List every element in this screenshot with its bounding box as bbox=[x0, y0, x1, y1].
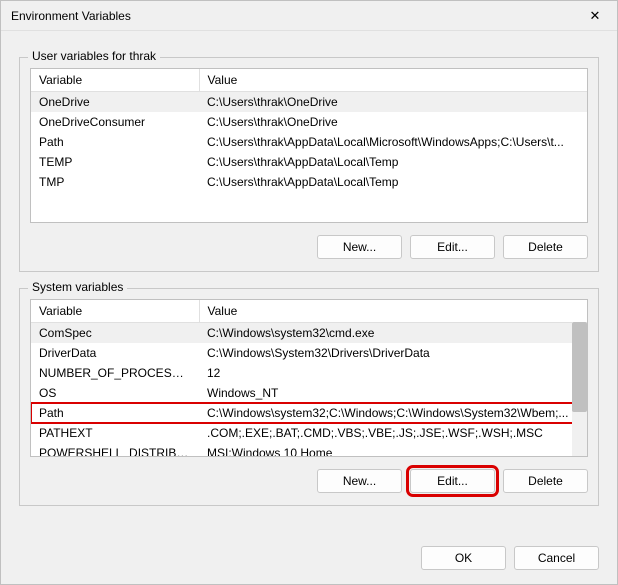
system-variables-table-wrap[interactable]: Variable Value ComSpec C:\Windows\system… bbox=[30, 299, 588, 457]
user-new-button[interactable]: New... bbox=[317, 235, 402, 259]
table-row[interactable]: TEMP C:\Users\thrak\AppData\Local\Temp bbox=[31, 152, 587, 172]
cell-value: 12 bbox=[199, 363, 587, 383]
cell-value: C:\Users\thrak\AppData\Local\Microsoft\W… bbox=[199, 132, 587, 152]
cell-value: C:\Users\thrak\OneDrive bbox=[199, 92, 587, 113]
system-edit-button[interactable]: Edit... bbox=[410, 469, 495, 493]
cell-variable: DriverData bbox=[31, 343, 199, 363]
cell-value: MSI:Windows 10 Home bbox=[199, 443, 587, 457]
system-col-value[interactable]: Value bbox=[199, 300, 587, 323]
table-row-path-highlighted[interactable]: Path C:\Windows\system32;C:\Windows;C:\W… bbox=[31, 403, 587, 423]
cell-variable: TEMP bbox=[31, 152, 199, 172]
close-button[interactable]: ✕ bbox=[573, 1, 617, 31]
cell-value: C:\Users\thrak\AppData\Local\Temp bbox=[199, 172, 587, 192]
system-variables-table: Variable Value ComSpec C:\Windows\system… bbox=[31, 300, 587, 457]
user-button-row: New... Edit... Delete bbox=[30, 235, 588, 259]
cell-variable: NUMBER_OF_PROCESSORS bbox=[31, 363, 199, 383]
cell-variable: ComSpec bbox=[31, 323, 199, 344]
cell-variable: PATHEXT bbox=[31, 423, 199, 443]
cell-variable: TMP bbox=[31, 172, 199, 192]
system-button-row: New... Edit... Delete bbox=[30, 469, 588, 493]
dialog-title: Environment Variables bbox=[11, 9, 131, 23]
system-new-button[interactable]: New... bbox=[317, 469, 402, 493]
user-variables-legend: User variables for thrak bbox=[28, 49, 160, 63]
cell-variable: POWERSHELL_DISTRIBUTIO... bbox=[31, 443, 199, 457]
table-row[interactable]: PATHEXT .COM;.EXE;.BAT;.CMD;.VBS;.VBE;.J… bbox=[31, 423, 587, 443]
table-row[interactable]: TMP C:\Users\thrak\AppData\Local\Temp bbox=[31, 172, 587, 192]
cell-value: C:\Windows\system32;C:\Windows;C:\Window… bbox=[199, 403, 587, 423]
ok-button[interactable]: OK bbox=[421, 546, 506, 570]
cell-value: C:\Users\thrak\OneDrive bbox=[199, 112, 587, 132]
cell-value: .COM;.EXE;.BAT;.CMD;.VBS;.VBE;.JS;.JSE;.… bbox=[199, 423, 587, 443]
system-delete-button[interactable]: Delete bbox=[503, 469, 588, 493]
cell-variable: OS bbox=[31, 383, 199, 403]
cell-variable: OneDriveConsumer bbox=[31, 112, 199, 132]
cell-value: Windows_NT bbox=[199, 383, 587, 403]
table-row[interactable]: NUMBER_OF_PROCESSORS 12 bbox=[31, 363, 587, 383]
table-row[interactable]: DriverData C:\Windows\System32\Drivers\D… bbox=[31, 343, 587, 363]
cell-value: C:\Windows\System32\Drivers\DriverData bbox=[199, 343, 587, 363]
dialog-footer: OK Cancel bbox=[1, 536, 617, 584]
system-variables-legend: System variables bbox=[28, 280, 127, 294]
cell-value: C:\Windows\system32\cmd.exe bbox=[199, 323, 587, 344]
table-row[interactable]: OS Windows_NT bbox=[31, 383, 587, 403]
user-variables-table: Variable Value OneDrive C:\Users\thrak\O… bbox=[31, 69, 587, 192]
cell-variable: Path bbox=[31, 132, 199, 152]
table-row[interactable]: ComSpec C:\Windows\system32\cmd.exe bbox=[31, 323, 587, 344]
system-scrollbar-thumb[interactable] bbox=[572, 322, 587, 412]
table-row[interactable]: POWERSHELL_DISTRIBUTIO... MSI:Windows 10… bbox=[31, 443, 587, 457]
user-edit-button[interactable]: Edit... bbox=[410, 235, 495, 259]
cell-variable: Path bbox=[31, 403, 199, 423]
system-col-variable[interactable]: Variable bbox=[31, 300, 199, 323]
user-variables-table-wrap[interactable]: Variable Value OneDrive C:\Users\thrak\O… bbox=[30, 68, 588, 223]
table-row[interactable]: OneDrive C:\Users\thrak\OneDrive bbox=[31, 92, 587, 113]
cell-value: C:\Users\thrak\AppData\Local\Temp bbox=[199, 152, 587, 172]
system-variables-group: System variables Variable Value ComSpec … bbox=[19, 288, 599, 506]
user-col-value[interactable]: Value bbox=[199, 69, 587, 92]
cancel-button[interactable]: Cancel bbox=[514, 546, 599, 570]
user-col-variable[interactable]: Variable bbox=[31, 69, 199, 92]
titlebar: Environment Variables ✕ bbox=[1, 1, 617, 31]
environment-variables-dialog: Environment Variables ✕ User variables f… bbox=[0, 0, 618, 585]
user-variables-group: User variables for thrak Variable Value … bbox=[19, 57, 599, 272]
table-row[interactable]: Path C:\Users\thrak\AppData\Local\Micros… bbox=[31, 132, 587, 152]
user-delete-button[interactable]: Delete bbox=[503, 235, 588, 259]
system-scrollbar[interactable] bbox=[572, 322, 587, 456]
cell-variable: OneDrive bbox=[31, 92, 199, 113]
table-row[interactable]: OneDriveConsumer C:\Users\thrak\OneDrive bbox=[31, 112, 587, 132]
close-icon: ✕ bbox=[590, 8, 601, 24]
dialog-content: User variables for thrak Variable Value … bbox=[1, 31, 617, 536]
